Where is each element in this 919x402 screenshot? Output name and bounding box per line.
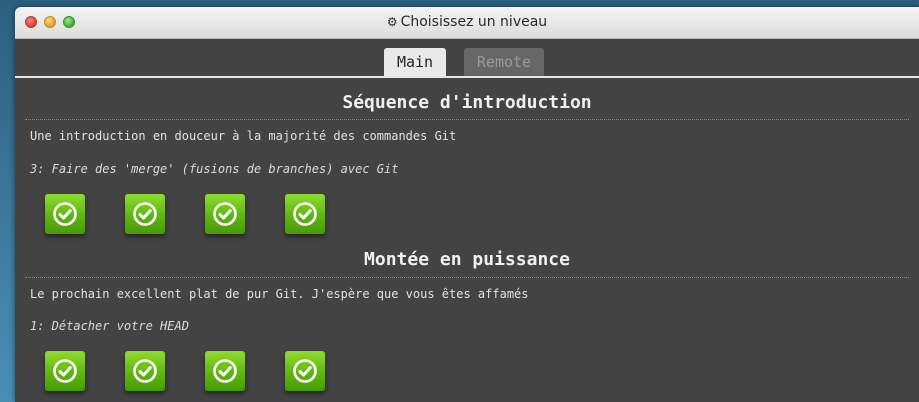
window-title: ⚙ Choisissez un niveau (15, 7, 919, 38)
checkmark-icon (53, 202, 77, 226)
level-buttons (45, 194, 325, 234)
level-button[interactable] (45, 351, 85, 391)
level-button[interactable] (45, 194, 85, 234)
divider (25, 119, 909, 120)
level-hover-label: 1: Détacher votre HEAD (30, 319, 189, 333)
title-bar: ⚙ Choisissez un niveau (15, 7, 919, 39)
sequence-title: Montée en puissance (364, 249, 570, 270)
divider (25, 277, 909, 278)
checkmark-icon (53, 359, 77, 383)
level-selector-window: ⚙ Choisissez un niveau Main Remote Séquen… (15, 7, 919, 402)
sequence-description: Une introduction en douceur à la majorit… (30, 129, 457, 143)
level-button[interactable] (125, 351, 165, 391)
level-hover-label: 3: Faire des 'merge' (fusions de branche… (30, 162, 399, 176)
checkmark-icon (293, 202, 317, 226)
checkmark-icon (133, 202, 157, 226)
tab-divider (15, 76, 919, 78)
level-button[interactable] (285, 194, 325, 234)
checkmark-icon (293, 359, 317, 383)
level-buttons (45, 351, 325, 391)
checkmark-icon (213, 359, 237, 383)
sequence-description: Le prochain excellent plat de pur Git. J… (30, 287, 529, 301)
tab-bar: Main Remote (15, 48, 919, 77)
checkmark-icon (133, 359, 157, 383)
sequence-title: Séquence d'introduction (342, 92, 592, 113)
window-title-text: Choisissez un niveau (400, 14, 548, 30)
checkmark-icon (213, 202, 237, 226)
tab-main[interactable]: Main (384, 48, 446, 76)
level-button[interactable] (285, 351, 325, 391)
gear-icon: ⚙ (386, 15, 398, 29)
tab-remote[interactable]: Remote (464, 48, 544, 76)
level-button[interactable] (205, 194, 245, 234)
level-button[interactable] (125, 194, 165, 234)
level-button[interactable] (205, 351, 245, 391)
